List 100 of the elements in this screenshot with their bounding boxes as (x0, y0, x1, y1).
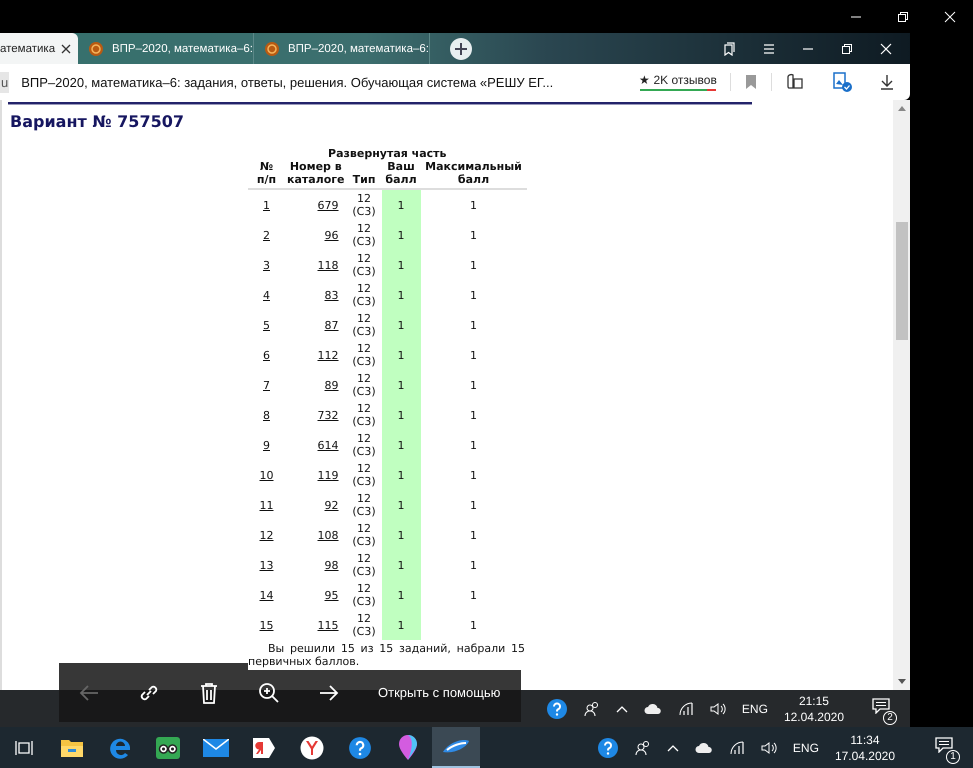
close-icon[interactable] (880, 42, 892, 54)
notifications-icon[interactable] (872, 698, 890, 714)
task-link[interactable]: 10 (260, 468, 274, 482)
table-cell: 1 (420, 250, 527, 280)
score-cell: 1 (382, 610, 421, 640)
image-icon[interactable] (832, 72, 852, 92)
browser-icon (300, 736, 324, 760)
cloud-icon[interactable] (644, 702, 662, 714)
volume-icon[interactable] (710, 702, 726, 716)
catalog-link[interactable]: 89 (324, 378, 339, 392)
clock[interactable]: 21:15 12.04.2020 (784, 692, 844, 724)
notification-count: 1 (946, 750, 960, 764)
catalog-link[interactable]: 95 (324, 588, 339, 602)
catalog-link[interactable]: 614 (318, 438, 339, 452)
taskbar-app[interactable] (432, 727, 480, 768)
tag-icon (252, 736, 276, 758)
browser-tab[interactable]: атематика (0, 33, 78, 64)
table-cell: 1 (420, 550, 527, 580)
new-tab-icon[interactable] (450, 38, 472, 60)
column-header: Тип (346, 160, 382, 189)
score-cell: 1 (382, 460, 421, 490)
score-cell: 1 (382, 280, 421, 310)
scroll-down-icon[interactable] (898, 679, 906, 684)
table-cell: 1 (420, 520, 527, 550)
chevron-up-icon[interactable] (616, 704, 628, 712)
task-link[interactable]: 9 (263, 438, 270, 452)
task-link[interactable]: 1 (263, 198, 270, 212)
notifications-icon[interactable] (935, 737, 953, 753)
notification-count: 2 (883, 711, 897, 725)
domain-label: u (0, 72, 10, 92)
restore-icon[interactable] (897, 10, 909, 22)
page-title[interactable]: ВПР–2020, математика–6: задания, ответы, решения. Обучающая система «РЕШУ ЕГ... (21, 74, 554, 90)
clock-time: 11:34 (850, 732, 880, 748)
catalog-link[interactable]: 118 (318, 258, 339, 272)
task-link[interactable]: 8 (263, 408, 270, 422)
task-link[interactable]: 7 (263, 378, 270, 392)
catalog-link[interactable]: 679 (318, 198, 339, 212)
table-cell-text: 12 (С3) (351, 521, 377, 550)
catalog-link[interactable]: 83 (324, 288, 339, 302)
bookmark-icon[interactable] (745, 75, 757, 89)
close-tab-icon[interactable] (61, 44, 72, 54)
delete-icon[interactable] (198, 682, 220, 704)
catalog-link[interactable]: 732 (318, 408, 339, 422)
download-icon[interactable] (880, 74, 894, 90)
catalog-link[interactable]: 108 (318, 528, 339, 542)
catalog-link[interactable]: 112 (318, 348, 339, 362)
task-link[interactable]: 5 (263, 318, 270, 332)
table-cell-text: 12 (С3) (351, 431, 377, 460)
score-cell: 1 (382, 340, 421, 370)
reviews-link[interactable]: ★ 2K отзывов (639, 73, 717, 87)
catalog-link[interactable]: 115 (318, 618, 339, 632)
table-cell: 1 (420, 610, 527, 640)
menu-icon[interactable] (763, 42, 775, 54)
chevron-up-icon[interactable] (666, 744, 679, 752)
score-cell: 1 (382, 370, 421, 400)
people-icon[interactable] (634, 740, 651, 756)
wifi-icon[interactable] (678, 702, 694, 716)
balloon-icon (398, 734, 418, 760)
wifi-icon[interactable] (728, 740, 745, 754)
table-cell: 12 (С3) (346, 189, 382, 220)
task-link[interactable]: 12 (260, 528, 274, 542)
task-link[interactable]: 13 (260, 558, 274, 572)
task-view-icon (15, 740, 33, 756)
table-cell-text: 12 (С3) (351, 311, 377, 340)
task-link[interactable]: 6 (263, 348, 270, 362)
volume-icon[interactable] (760, 740, 777, 754)
scroll-thumb[interactable] (896, 222, 908, 340)
table-cell-text: 12 (С3) (351, 551, 377, 580)
task-link[interactable]: 11 (260, 498, 274, 512)
restore-icon[interactable] (841, 42, 853, 54)
clock[interactable]: 11:34 17.04.2020 (834, 732, 895, 764)
favicon-icon (88, 40, 104, 56)
task-link[interactable]: 4 (263, 288, 270, 302)
task-link[interactable]: 15 (260, 618, 274, 632)
catalog-link[interactable]: 92 (324, 498, 339, 512)
table-cell-text: 12 (С3) (351, 251, 377, 280)
language-indicator[interactable]: ENG (792, 740, 819, 754)
collections-icon[interactable] (722, 42, 736, 56)
scroll-up-icon[interactable] (898, 106, 906, 111)
table-cell-text: 12 (С3) (351, 371, 377, 400)
language-indicator[interactable]: ENG (742, 702, 768, 716)
open-with-button[interactable]: Открыть с помощью (378, 685, 500, 700)
catalog-link[interactable]: 98 (324, 558, 339, 572)
task-link[interactable]: 2 (263, 228, 270, 242)
table-cell-text: 12 (С3) (351, 221, 377, 250)
close-icon[interactable] (944, 10, 956, 22)
extension-icon[interactable] (786, 73, 804, 91)
catalog-link[interactable]: 87 (324, 318, 339, 332)
catalog-link[interactable]: 96 (324, 228, 339, 242)
scrollbar[interactable] (893, 100, 910, 690)
help-icon[interactable] (596, 736, 619, 758)
task-link[interactable]: 14 (260, 588, 274, 602)
task-link[interactable]: 3 (263, 258, 270, 272)
people-icon[interactable] (584, 700, 600, 716)
score-cell: 1 (382, 580, 421, 610)
cloud-icon[interactable] (694, 742, 713, 754)
catalog-link[interactable]: 119 (318, 468, 339, 482)
help-icon[interactable] (546, 698, 568, 720)
table-cell: 1 (420, 490, 527, 520)
zoom-in-icon[interactable] (258, 682, 280, 704)
